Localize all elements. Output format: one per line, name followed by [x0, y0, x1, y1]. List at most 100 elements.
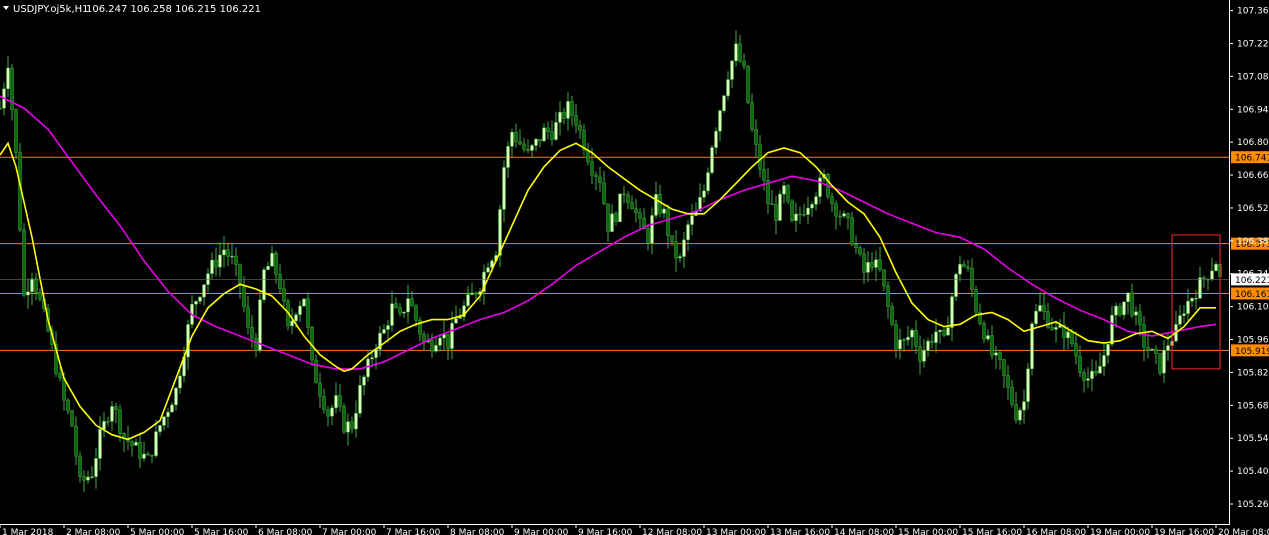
x-tick-label: 6 Mar 08:00: [258, 528, 313, 535]
candle-body: [14, 109, 18, 153]
candle-body: [214, 259, 218, 268]
candle-body: [94, 458, 98, 477]
candle-body: [370, 357, 374, 360]
price-chart[interactable]: 106.741106.373106.161105.919 107.365107.…: [0, 0, 1269, 535]
candle-body: [518, 141, 522, 145]
candle-body: [166, 411, 170, 417]
candle-body: [162, 416, 166, 426]
candle-body: [314, 359, 318, 384]
candle-body: [878, 259, 882, 270]
candle-body: [330, 407, 334, 417]
candle-body: [970, 267, 974, 290]
candle-body: [506, 146, 510, 168]
candle-body: [734, 43, 738, 62]
candle-body: [174, 387, 178, 406]
candle-body: [810, 204, 814, 209]
candle-body: [682, 239, 686, 257]
candle-body: [1186, 300, 1190, 314]
candle-body: [546, 127, 550, 132]
candle-body: [306, 298, 310, 328]
x-tick-label: 1 Mar 2018: [2, 528, 54, 535]
candle-body: [70, 410, 74, 427]
y-tick-label: 105.685: [1237, 401, 1269, 411]
candle-body: [274, 253, 278, 275]
candle-body: [742, 60, 746, 67]
candle-body: [74, 425, 78, 457]
current-price-label: 106.221: [1235, 276, 1269, 286]
candle-body: [1018, 409, 1022, 421]
candle-body: [1122, 301, 1126, 316]
candle-body: [926, 340, 930, 351]
candle-body: [210, 259, 214, 274]
candle-body: [834, 203, 838, 217]
candle-body: [26, 291, 30, 296]
candle-body: [178, 375, 182, 389]
candle-body: [6, 67, 10, 90]
candle-body: [154, 431, 158, 456]
candle-body: [1194, 297, 1198, 300]
candle-body: [1006, 375, 1010, 388]
candle-body: [406, 298, 410, 313]
level-label: 105.919: [1235, 347, 1269, 357]
candle-body: [702, 190, 706, 198]
candle-body: [598, 176, 602, 184]
candle-body: [242, 285, 246, 308]
candle-body: [98, 429, 102, 459]
x-tick-label: 13 Mar 16:00: [770, 528, 830, 535]
candle-body: [1038, 305, 1042, 312]
candle-body: [1158, 353, 1162, 374]
candle-body: [594, 174, 598, 178]
candle-body: [454, 318, 458, 324]
candle-body: [750, 102, 754, 130]
candle-body: [134, 442, 138, 446]
candle-body: [882, 269, 886, 287]
candle-body: [938, 329, 942, 333]
candle-body: [90, 476, 94, 478]
y-tick-label: 107.365: [1237, 7, 1269, 17]
candle-body: [130, 441, 134, 446]
x-tick-label: 9 Mar 16:00: [578, 528, 633, 535]
x-tick-label: 13 Mar 00:00: [706, 528, 766, 535]
candle-body: [386, 325, 390, 330]
candle-body: [1214, 263, 1218, 272]
candle-body: [962, 264, 966, 268]
candle-body: [1082, 372, 1086, 381]
candle-body: [450, 322, 454, 349]
candle-body: [402, 311, 406, 314]
candle-body: [398, 307, 402, 314]
candle-body: [670, 235, 674, 242]
candle-body: [850, 217, 854, 245]
level-label: 106.161: [1235, 290, 1269, 300]
candle-body: [1030, 323, 1034, 370]
candle-body: [890, 306, 894, 325]
candle-body: [334, 395, 338, 409]
candle-body: [674, 241, 678, 259]
candle-body: [794, 213, 798, 221]
candle-body: [994, 352, 998, 356]
candle-body: [294, 314, 298, 322]
candle-body: [358, 385, 362, 414]
candle-body: [946, 327, 950, 336]
candle-body: [1138, 311, 1142, 325]
candle-body: [602, 182, 606, 205]
candle-body: [486, 267, 490, 273]
candle-body: [758, 144, 762, 170]
candle-body: [714, 130, 718, 148]
x-tick-label: 8 Mar 08:00: [450, 528, 505, 535]
x-tick-label: 16 Mar 08:00: [1026, 528, 1086, 535]
candle-body: [838, 215, 842, 218]
candle-body: [118, 409, 122, 434]
candle-body: [290, 320, 294, 327]
candle-body: [138, 442, 142, 459]
x-tick-label: 5 Mar 16:00: [194, 528, 249, 535]
candle-body: [1202, 277, 1206, 280]
candle-body: [1110, 314, 1114, 345]
candle-body: [198, 296, 202, 302]
candle-body: [1198, 277, 1202, 299]
candle-body: [338, 395, 342, 407]
x-tick-label: 2 Mar 08:00: [66, 528, 121, 535]
candle-body: [1074, 343, 1078, 357]
candle-body: [606, 203, 610, 232]
candle-body: [382, 329, 386, 334]
candle-body: [1078, 355, 1082, 373]
